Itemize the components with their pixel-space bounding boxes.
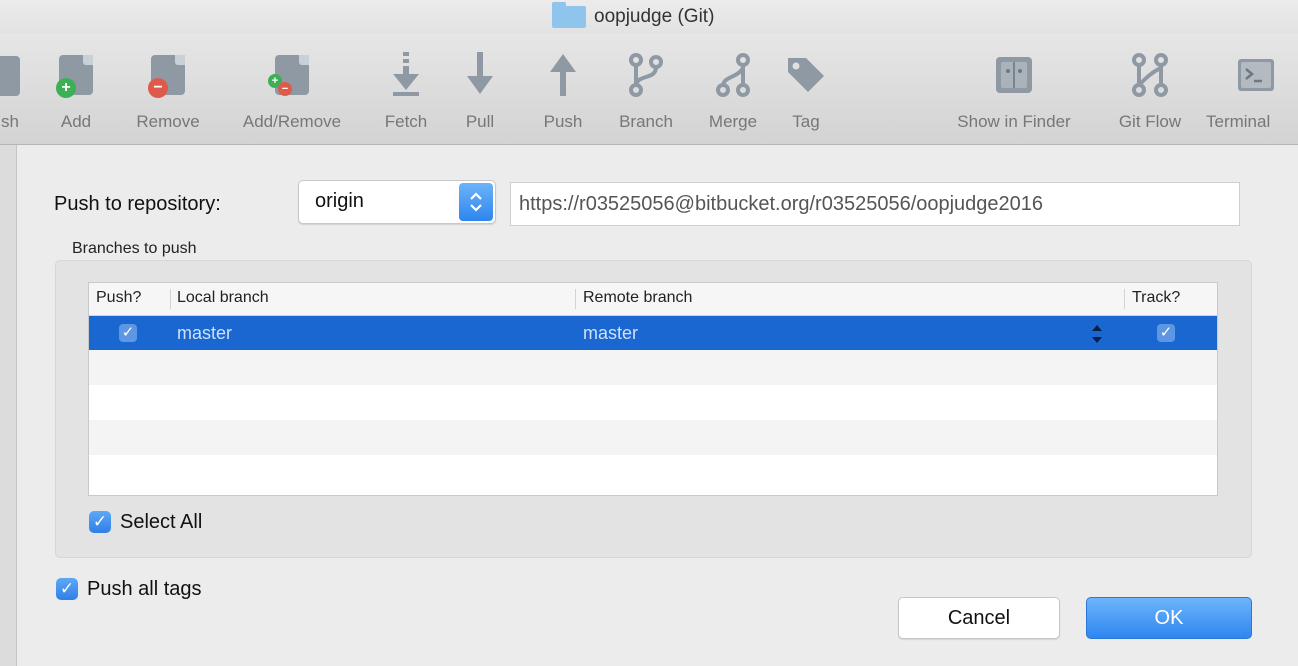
local-branch-name: master (177, 323, 233, 343)
toolbar-git-flow-button[interactable]: Git Flow (1100, 34, 1200, 144)
select-all-checkbox[interactable]: ✓ (89, 511, 111, 533)
ok-button[interactable]: OK (1086, 597, 1252, 639)
merge-icon (716, 53, 750, 97)
column-header-remote-branch[interactable]: Remote branch (583, 289, 692, 307)
remote-branch-name: master (583, 323, 639, 343)
toolbar-branch-button[interactable]: Branch (606, 34, 686, 144)
toolbar-fetch-button[interactable]: Fetch (374, 34, 438, 144)
toolbar: sh + Add − Remove + − Add/Remove Fetch P… (0, 34, 1298, 145)
cancel-button[interactable]: Cancel (898, 597, 1060, 639)
toolbar-show-in-finder-button[interactable]: Show in Finder (934, 34, 1094, 144)
column-header-track[interactable]: Track? (1132, 289, 1180, 307)
git-flow-icon (1132, 53, 1168, 97)
track-branch-checkbox[interactable]: ✓ (1157, 324, 1175, 342)
push-all-tags-checkbox[interactable]: ✓ (56, 578, 78, 600)
pull-icon (467, 52, 493, 94)
empty-row (89, 420, 1217, 455)
empty-row (89, 350, 1217, 385)
remote-branch-stepper-icon[interactable] (1092, 325, 1102, 343)
repository-select[interactable]: origin (298, 180, 496, 224)
fetch-icon (393, 52, 419, 96)
toolbar-tag-button[interactable]: Tag (776, 34, 836, 144)
toolbar-push-button[interactable]: Push (532, 34, 594, 144)
toolbar-remove-button[interactable]: − Remove (126, 34, 210, 144)
branches-to-push-label: Branches to push (72, 240, 197, 257)
window-title-wrap: oopjudge (Git) (552, 2, 715, 30)
empty-row (89, 385, 1217, 420)
toolbar-commit-button[interactable]: sh (0, 34, 40, 144)
commit-icon (0, 56, 20, 96)
branches-table: Push? Local branch Remote branch Track? … (88, 282, 1218, 496)
window-title: oopjudge (Git) (594, 6, 715, 27)
repository-select-value: origin (315, 190, 364, 212)
empty-row (89, 455, 1217, 493)
column-header-push[interactable]: Push? (96, 289, 141, 307)
toolbar-add-button[interactable]: + Add (46, 34, 106, 144)
tag-icon (788, 58, 824, 92)
repository-url-field[interactable]: https://r03525056@bitbucket.org/r0352505… (510, 182, 1240, 226)
finder-icon (996, 57, 1032, 93)
toolbar-merge-button[interactable]: Merge (696, 34, 770, 144)
toolbar-pull-button[interactable]: Pull (452, 34, 508, 144)
updown-chevron-icon (459, 183, 493, 221)
repository-url-value: https://r03525056@bitbucket.org/r0352505… (519, 193, 1044, 215)
toolbar-terminal-button[interactable]: Terminal (1206, 34, 1298, 144)
background-window-edge (0, 145, 17, 666)
column-header-local-branch[interactable]: Local branch (177, 289, 269, 307)
folder-icon (552, 2, 586, 28)
table-header: Push? Local branch Remote branch Track? (89, 283, 1217, 316)
table-row[interactable]: ✓ master master ✓ (89, 316, 1217, 350)
push-all-tags-label[interactable]: Push all tags (87, 578, 202, 601)
select-all-label[interactable]: Select All (120, 511, 202, 534)
push-branch-checkbox[interactable]: ✓ (119, 324, 137, 342)
push-to-repository-label: Push to repository: (54, 193, 221, 215)
push-icon (550, 54, 576, 96)
terminal-icon (1238, 59, 1274, 91)
window-titlebar: oopjudge (Git) (0, 0, 1298, 34)
toolbar-add-remove-button[interactable]: + − Add/Remove (222, 34, 362, 144)
branch-icon (629, 53, 663, 97)
